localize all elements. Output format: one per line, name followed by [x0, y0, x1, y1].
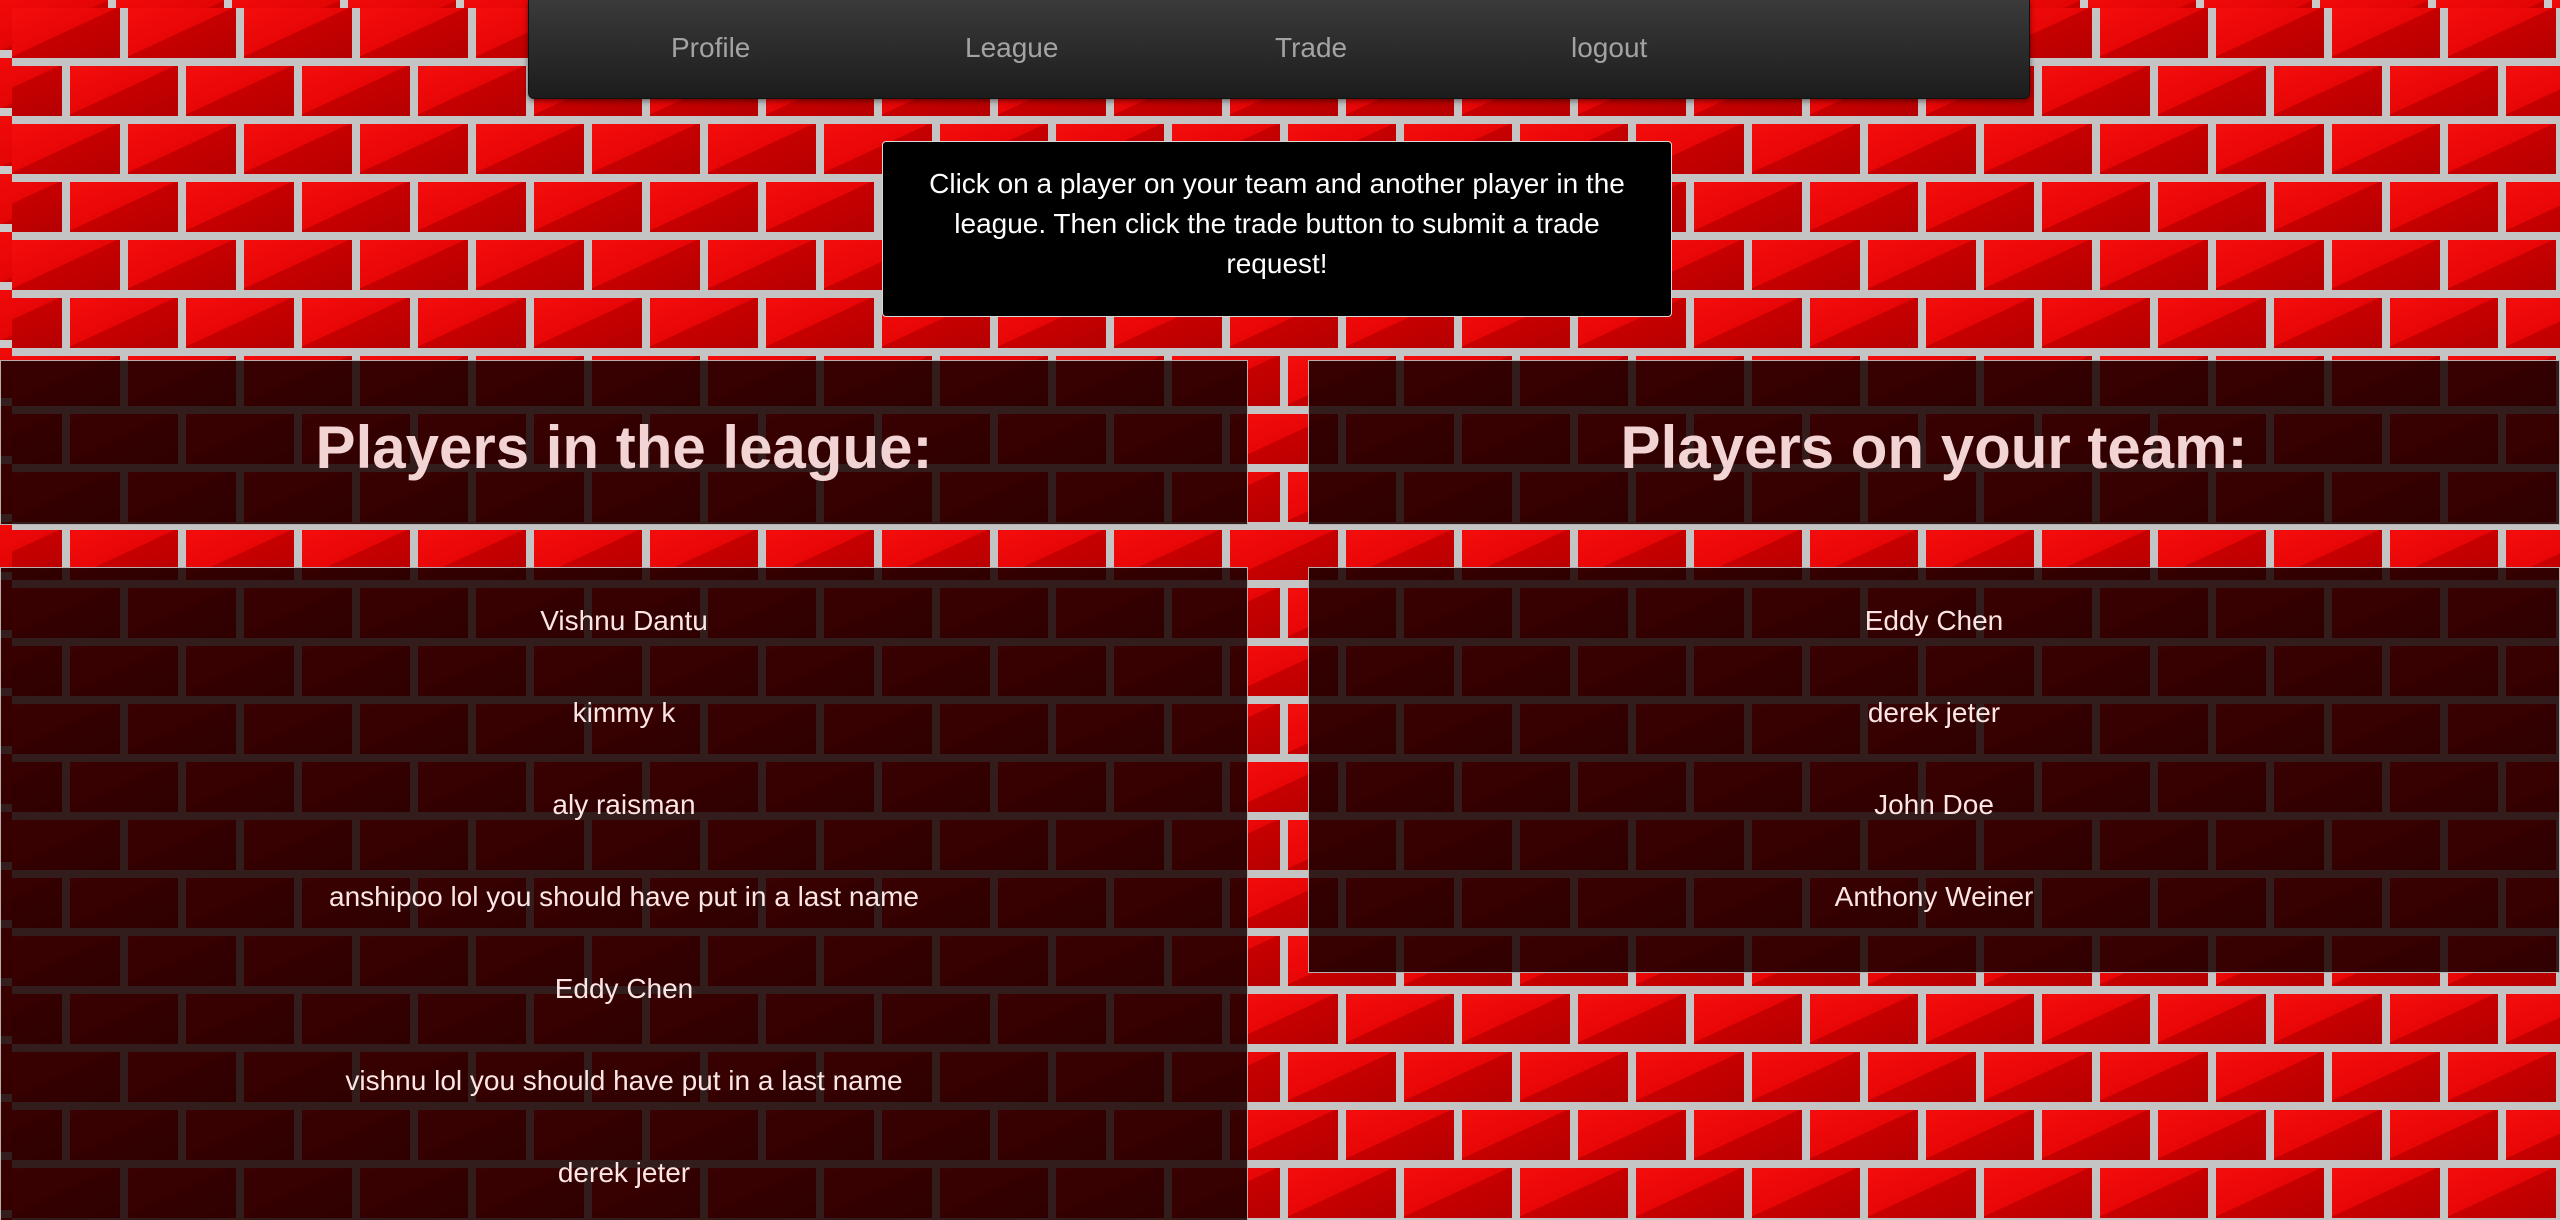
league-players-title: Players in the league:	[315, 414, 933, 481]
team-player-list: Eddy Chen derek jeter John Doe Anthony W…	[1309, 586, 2559, 954]
team-player-item[interactable]: John Doe	[1309, 770, 2559, 862]
team-players-title: Players on your team:	[1620, 414, 2248, 481]
top-navbar: Profile League Trade logout	[528, 0, 2030, 99]
team-players-panel: Eddy Chen derek jeter John Doe Anthony W…	[1308, 567, 2560, 973]
nav-trade-link[interactable]: Trade	[1275, 32, 1347, 64]
league-player-item[interactable]: vishnu lol you should have put in a last…	[1, 1046, 1247, 1138]
league-players-panel: Vishnu Dantu kimmy k aly raisman anshipo…	[0, 567, 1248, 1220]
league-player-item[interactable]: anshipoo lol you should have put in a la…	[1, 862, 1247, 954]
nav-profile-link[interactable]: Profile	[671, 32, 750, 64]
trade-instructions: Click on a player on your team and anoth…	[882, 141, 1672, 317]
league-player-item[interactable]: Vishnu Dantu	[1, 586, 1247, 678]
nav-league-link[interactable]: League	[965, 32, 1058, 64]
league-players-header: Players in the league:	[0, 360, 1248, 525]
league-player-item[interactable]: kimmy k	[1, 678, 1247, 770]
team-player-item[interactable]: Anthony Weiner	[1309, 862, 2559, 954]
league-player-item[interactable]: aly raisman	[1, 770, 1247, 862]
team-player-item[interactable]: derek jeter	[1309, 678, 2559, 770]
nav-logout-link[interactable]: logout	[1571, 32, 1647, 64]
team-player-item[interactable]: Eddy Chen	[1309, 586, 2559, 678]
league-player-list: Vishnu Dantu kimmy k aly raisman anshipo…	[1, 586, 1247, 1220]
league-player-item[interactable]: Eddy Chen	[1, 954, 1247, 1046]
team-players-header: Players on your team:	[1308, 360, 2560, 525]
league-player-item[interactable]: derek jeter	[1, 1138, 1247, 1220]
